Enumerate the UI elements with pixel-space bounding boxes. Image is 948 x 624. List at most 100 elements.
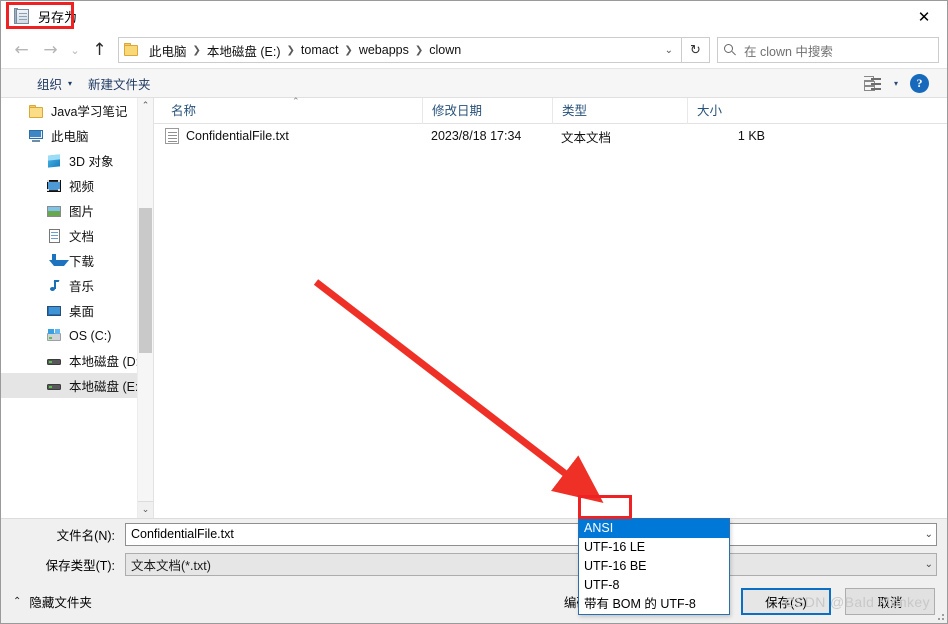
sort-ascending-icon: ⌃ [292, 96, 300, 107]
dropdown-option[interactable]: UTF-16 BE [579, 557, 729, 576]
help-icon[interactable]: ? [910, 73, 929, 93]
navigation-bar: ← → ⌄ ↑ 此电脑 ❯ 本地磁盘 (E:) ❯ tomact ❯ webapps ❯ clo… [1, 32, 947, 68]
dropdown-option[interactable]: ANSI [579, 519, 729, 538]
recent-locations-chevron-down-icon[interactable]: ⌄ [65, 36, 85, 64]
file-size-cell: 1 KB [737, 129, 765, 143]
downloads-icon [46, 253, 69, 269]
filetype-select[interactable]: 文本文档(*.txt) ⌄ [125, 552, 937, 576]
text-file-icon [165, 128, 179, 144]
sidebar-item[interactable]: 本地磁盘 (E:) [1, 373, 153, 398]
scroll-down-icon[interactable]: ⌄ [138, 501, 153, 518]
breadcrumb-items: 此电脑 ❯ 本地磁盘 (E:) ❯ tomact ❯ webapps ❯ clown [144, 38, 466, 63]
close-icon[interactable]: ✕ [901, 1, 947, 32]
scroll-up-icon[interactable]: ⌃ [138, 98, 153, 114]
chevron-down-icon: ▾ [68, 78, 73, 88]
forward-icon[interactable]: → [36, 36, 65, 64]
column-header[interactable]: 名称 ⌃ [162, 96, 422, 124]
title-group: 另存为 [11, 5, 82, 28]
chevron-up-icon: ⌃ [13, 595, 22, 607]
search-icon [724, 43, 737, 57]
navigation-pane: Java学习笔记此电脑 3D 对象视频图片 文档下载音乐桌面 OS (C:) 本地磁盘 … [1, 98, 153, 518]
new-folder-button[interactable]: 新建文件夹 [80, 71, 159, 96]
videos-icon [46, 178, 62, 194]
file-rows: ConfidentialFile.txt 2023/8/18 17:34 文本文档 1… [154, 124, 947, 148]
watermark: CSDN @Bald Monkey [784, 594, 930, 610]
window-controls: ✕ [901, 1, 947, 32]
organize-button[interactable]: 组织 ▾ [29, 71, 80, 96]
sidebar-item[interactable]: 3D 对象 [1, 148, 153, 173]
sidebar-item[interactable]: 下载 [1, 248, 153, 273]
sidebar-item[interactable]: 桌面 [1, 298, 153, 323]
filetype-value: 文本文档(*.txt) [131, 558, 211, 573]
table-row[interactable]: ConfidentialFile.txt 2023/8/18 17:34 文本文档 1… [154, 124, 947, 148]
back-icon[interactable]: ← [7, 36, 36, 64]
windows-drive-icon [46, 328, 62, 344]
breadcrumb-separator: ❯ [344, 44, 353, 56]
breadcrumb-item[interactable]: clown [424, 40, 466, 60]
file-name-cell: ConfidentialFile.txt [162, 128, 422, 144]
filename-input[interactable]: ConfidentialFile.txt ⌄ [125, 522, 937, 546]
sidebar-scrollbar[interactable]: ⌃ ⌄ [137, 98, 153, 518]
view-chevron-down-icon[interactable]: ▾ [894, 79, 898, 88]
resize-grip[interactable] [934, 610, 944, 620]
sidebar-item[interactable]: 此电脑 [1, 123, 153, 148]
save-as-dialog: 另存为 ✕ ← → ⌄ ↑ 此电脑 ❯ 本地磁盘 (E:) ❯ tomact ❯ webap… [0, 0, 948, 624]
encoding-dropdown-list[interactable]: ANSI UTF-16 LE UTF-16 BE UTF-8 带有 BOM 的 UTF-… [578, 518, 730, 615]
sidebar-item[interactable]: 文档 [1, 223, 153, 248]
column-header-label: 名称 [171, 103, 197, 118]
file-list-pane: 名称 ⌃ 修改日期 类型 大小 ConfidentialFile.txt 2023/8/1… [154, 96, 947, 518]
sidebar-item-label: 此电脑 [51, 130, 89, 144]
up-icon[interactable]: ↑ [85, 36, 114, 64]
folder-icon [124, 43, 141, 57]
sidebar-items: Java学习笔记此电脑 3D 对象视频图片 文档下载音乐桌面 OS (C:) 本地磁盘 … [1, 98, 153, 398]
column-header[interactable]: 类型 [552, 97, 687, 124]
breadcrumb-item[interactable]: tomact [296, 40, 344, 60]
filename-chevron-down-icon[interactable]: ⌄ [925, 524, 933, 545]
dropdown-option[interactable]: UTF-16 LE [579, 538, 729, 557]
refresh-icon[interactable]: ↻ [682, 37, 710, 63]
dropdown-option[interactable]: UTF-8 [579, 576, 729, 595]
sidebar-item[interactable]: 本地磁盘 (D:) [1, 348, 153, 373]
sidebar-item-label: OS (C:) [69, 328, 112, 343]
filetype-chevron-down-icon[interactable]: ⌄ [925, 554, 933, 575]
window-title: 另存为 [38, 10, 78, 25]
organize-label: 组织 [37, 77, 63, 92]
sidebar-item-label: 本地磁盘 (E:) [69, 380, 143, 394]
filename-value: ConfidentialFile.txt [131, 527, 234, 541]
search-input[interactable]: 在 clown 中搜索 [717, 37, 939, 63]
sidebar-item-label: 3D 对象 [69, 155, 114, 169]
column-header[interactable]: 大小 [687, 97, 782, 124]
file-name-label: ConfidentialFile.txt [186, 129, 289, 143]
sidebar-item[interactable]: OS (C:) [1, 323, 153, 348]
hide-folders-toggle[interactable]: ⌃ 隐藏文件夹 [13, 592, 92, 611]
file-modified-cell: 2023/8/18 17:34 [431, 129, 522, 143]
sidebar-item-label: 音乐 [69, 280, 95, 294]
column-header-label: 类型 [562, 103, 588, 118]
3d-objects-icon [46, 153, 62, 169]
breadcrumb[interactable]: 此电脑 ❯ 本地磁盘 (E:) ❯ tomact ❯ webapps ❯ clown ⌄ [118, 37, 682, 63]
breadcrumb-item[interactable]: 本地磁盘 (E:) [202, 38, 286, 63]
dropdown-option[interactable]: 带有 BOM 的 UTF-8 [579, 595, 729, 614]
sidebar-item-label: 桌面 [69, 305, 95, 319]
breadcrumb-separator: ❯ [414, 44, 424, 56]
column-header-label: 修改日期 [432, 103, 483, 118]
breadcrumb-item[interactable]: 此电脑 [144, 38, 192, 63]
toolbar-right-group: ▾ ? [863, 73, 937, 93]
documents-icon [46, 228, 62, 244]
music-icon [46, 278, 62, 294]
sidebar-item[interactable]: 音乐 [1, 273, 153, 298]
breadcrumb-chevron-down-icon[interactable]: ⌄ [665, 45, 673, 56]
filetype-row: 保存类型(T): 文本文档(*.txt) ⌄ [1, 549, 947, 579]
hide-folders-label: 隐藏文件夹 [29, 595, 92, 610]
sidebar-item[interactable]: Java学习笔记 [1, 98, 153, 123]
column-header[interactable]: 修改日期 [422, 97, 552, 124]
sidebar-item[interactable]: 视频 [1, 173, 153, 198]
command-toolbar: 组织 ▾ 新建文件夹 ▾ ? [1, 68, 947, 98]
sidebar-item-label: 视频 [69, 180, 95, 194]
sidebar-item[interactable]: 图片 [1, 198, 153, 223]
sidebar-item-label: 下载 [69, 255, 95, 269]
sidebar-item-label: 本地磁盘 (D:) [69, 355, 144, 369]
scrollbar-thumb[interactable] [139, 208, 152, 353]
breadcrumb-item[interactable]: webapps [354, 40, 414, 60]
list-view-icon[interactable] [863, 76, 882, 91]
